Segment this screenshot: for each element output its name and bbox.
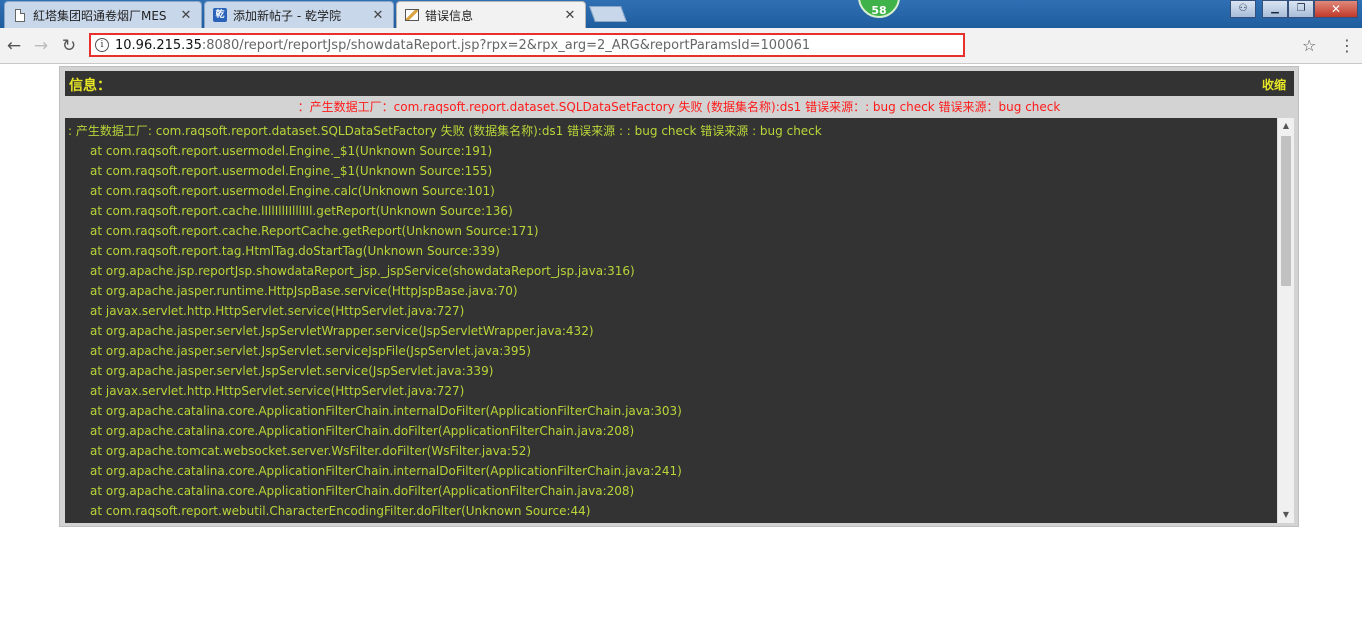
browser-tab-strip: 紅塔集团昭通卷烟厂MES ✕ 乾 添加新帖子 - 乾学院 ✕ 错误信息 ✕ 58…	[0, 0, 1362, 28]
reload-icon[interactable]: ↻	[59, 36, 79, 56]
stack-trace-box[interactable]: : 产生数据工厂: com.raqsoft.report.dataset.SQL…	[65, 118, 1294, 523]
forward-arrow-icon[interactable]: →	[31, 36, 51, 56]
stack-frame-line: at org.apache.jasper.servlet.JspServletW…	[90, 324, 594, 338]
error-panel: 信息： 收缩 ：产生数据工厂：com.raqsoft.report.datase…	[59, 66, 1299, 527]
tab-error-info[interactable]: 错误信息 ✕	[396, 1, 586, 28]
info-icon[interactable]: i	[95, 38, 109, 52]
stack-frame-line: at com.raqsoft.report.cache.ReportCache.…	[90, 224, 539, 238]
close-icon[interactable]: ✕	[371, 8, 385, 23]
stack-frame-line: at org.apache.catalina.core.ApplicationF…	[90, 404, 682, 418]
error-summary: ：产生数据工厂：com.raqsoft.report.dataset.SQLDa…	[297, 100, 1061, 114]
scroll-down-icon[interactable]: ▼	[1278, 507, 1294, 523]
tab-title: 紅塔集团昭通卷烟厂MES	[33, 8, 167, 23]
new-tab-button[interactable]	[589, 6, 627, 22]
window-controls: ⚇ ▁ ❐ ✕	[1230, 0, 1358, 18]
stack-frame-line: at javax.servlet.http.HttpServlet.servic…	[90, 304, 465, 318]
scroll-up-icon[interactable]: ▲	[1278, 118, 1294, 134]
stack-frame-line: at org.apache.jasper.runtime.HttpJspBase…	[90, 284, 518, 298]
stack-frame-line: at com.raqsoft.report.usermodel.Engine._…	[90, 164, 493, 178]
stack-frame-line: at org.apache.catalina.core.ApplicationF…	[90, 424, 635, 438]
stack-frame-line: at javax.servlet.http.HttpServlet.servic…	[90, 384, 465, 398]
stack-trace-lines: : 产生数据工厂: com.raqsoft.report.dataset.SQL…	[68, 121, 1273, 521]
stack-frame-line: at org.apache.jsp.reportJsp.showdataRepo…	[90, 264, 635, 278]
browser-toolbar: ← → ↻ i 10.96.215.35:8080/report/reportJ…	[0, 28, 1362, 64]
stack-frame-line: at com.raqsoft.report.webutil.CharacterE…	[90, 504, 591, 518]
minimize-icon[interactable]: ▁	[1262, 0, 1288, 18]
stack-frame-line: at org.apache.jasper.servlet.JspServlet.…	[90, 344, 531, 358]
close-icon[interactable]: ✕	[179, 8, 193, 23]
document-icon	[13, 8, 27, 22]
vertical-scrollbar[interactable]: ▲ ▼	[1277, 118, 1294, 523]
stack-frame-line: at org.apache.tomcat.websocket.server.Ws…	[90, 444, 532, 458]
panel-header: 信息： 收缩	[65, 71, 1294, 96]
stack-frame-line: at com.raqsoft.report.cache.lIllIllIIlll…	[90, 204, 513, 218]
notification-badge[interactable]: 58	[858, 0, 900, 18]
tab-qianxueyuan[interactable]: 乾 添加新帖子 - 乾学院 ✕	[204, 1, 394, 28]
image-icon	[405, 8, 419, 22]
address-bar[interactable]: i 10.96.215.35:8080/report/reportJsp/sho…	[89, 33, 965, 57]
stack-frame-line: at org.apache.catalina.core.ApplicationF…	[90, 484, 635, 498]
browser-menu-icon[interactable]: ⋮	[1339, 36, 1355, 55]
collapse-button[interactable]: 收缩	[1262, 76, 1286, 93]
tab-mes[interactable]: 紅塔集团昭通卷烟厂MES ✕	[4, 1, 202, 28]
stack-frame-line: at org.apache.jasper.servlet.JspServlet.…	[90, 364, 494, 378]
user-icon[interactable]: ⚇	[1230, 0, 1256, 18]
panel-title: 信息：	[69, 78, 111, 94]
url-host: 10.96.215.35	[115, 37, 202, 53]
window-close-icon[interactable]: ✕	[1314, 0, 1358, 18]
maximize-icon[interactable]: ❐	[1288, 0, 1314, 18]
stack-frame-line: at com.raqsoft.report.usermodel.Engine._…	[90, 144, 493, 158]
scroll-thumb[interactable]	[1281, 136, 1291, 286]
stack-frame-line: at com.raqsoft.report.usermodel.Engine.c…	[90, 184, 495, 198]
close-icon[interactable]: ✕	[563, 8, 577, 23]
bookmark-star-icon[interactable]: ☆	[1302, 36, 1316, 55]
tab-title: 错误信息	[425, 8, 474, 23]
back-arrow-icon[interactable]: ←	[4, 36, 24, 56]
error-message-line: : 产生数据工厂: com.raqsoft.report.dataset.SQL…	[68, 124, 822, 138]
tab-title: 添加新帖子 - 乾学院	[233, 8, 341, 23]
qian-favicon-icon: 乾	[213, 8, 227, 22]
url-path: :8080/report/reportJsp/showdataReport.js…	[201, 37, 811, 53]
stack-frame-line: at com.raqsoft.report.tag.HtmlTag.doStar…	[90, 244, 500, 258]
stack-frame-line: at org.apache.catalina.core.ApplicationF…	[90, 464, 682, 478]
